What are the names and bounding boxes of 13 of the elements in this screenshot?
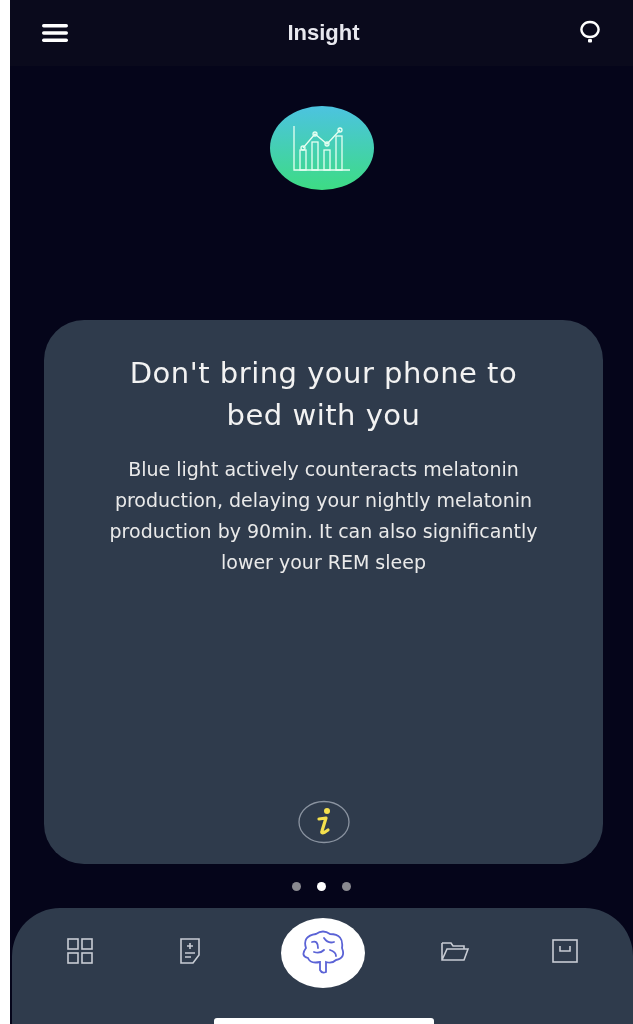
page-dot[interactable]	[317, 881, 326, 891]
grid-icon	[66, 937, 94, 965]
menu-icon[interactable]	[42, 23, 68, 43]
tip-title: Don't bring your phone to bed with you	[128, 355, 519, 434]
tip-text: Blue light actively counteracts melatonin production, delaying your nightly melatonin production by 90min. It can also significantly lower your REM sleep	[108, 457, 539, 575]
screen-title: Insight	[287, 20, 360, 46]
page-dot[interactable]	[292, 881, 301, 891]
info-icon[interactable]	[297, 800, 350, 844]
tray-icon	[551, 938, 579, 964]
folder-icon	[439, 939, 470, 963]
lightbulb-icon[interactable]	[579, 20, 601, 46]
chart-badge-icon	[269, 106, 374, 190]
page-dot[interactable]	[342, 881, 351, 891]
